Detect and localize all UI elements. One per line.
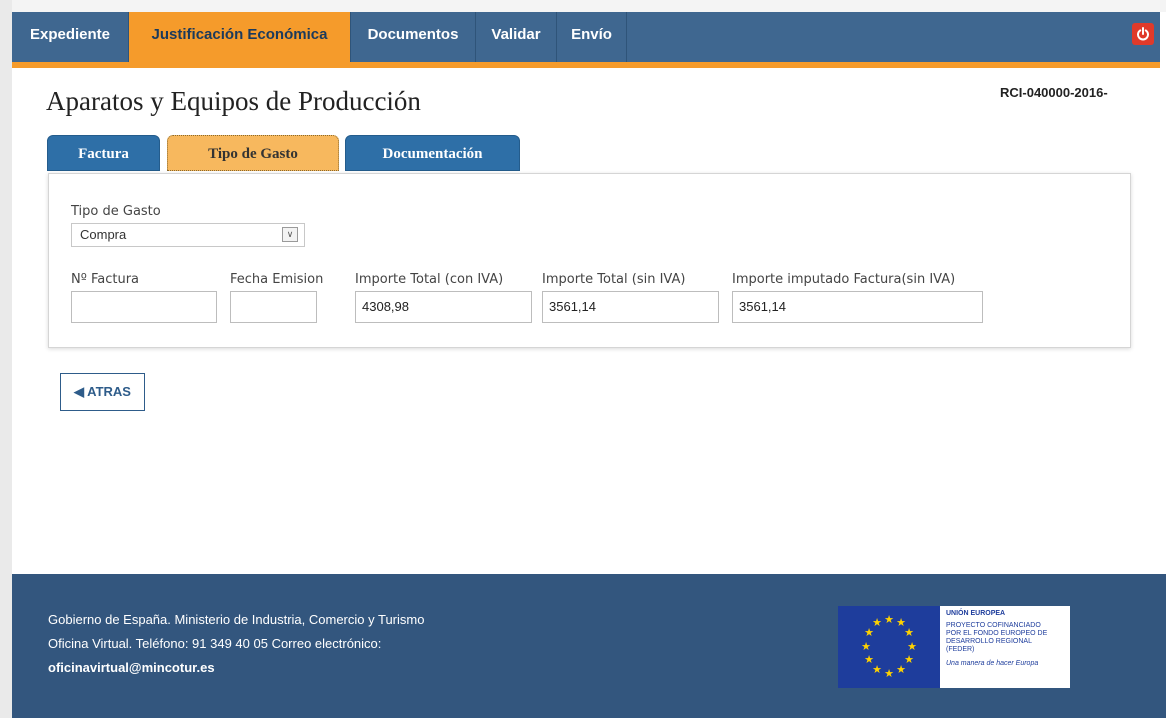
fecha-emision-field[interactable] — [230, 291, 317, 323]
tipo-gasto-label: Tipo de Gasto — [71, 204, 161, 219]
chevron-left-icon: ◀︎ — [74, 384, 85, 399]
importe-total-con-iva-label: Importe Total (con IVA) — [355, 272, 504, 287]
fecha-emision-label: Fecha Emision — [230, 272, 324, 287]
eu-flag-icon: ★ ★ ★ ★ ★ ★ ★ ★ ★ ★ ★ ★ — [838, 606, 940, 688]
back-button-label: ATRAS — [87, 384, 131, 399]
back-button[interactable]: ◀︎ ATRAS — [60, 373, 145, 411]
eu-line-2: POR EL FONDO EUROPEO DE — [946, 630, 1048, 637]
window-left-border — [0, 0, 12, 718]
eu-stars: ★ ★ ★ ★ ★ ★ ★ ★ ★ ★ ★ ★ — [861, 613, 917, 680]
tab-tipo-de-gasto[interactable]: Tipo de Gasto — [167, 135, 339, 171]
nav-accent-bar — [12, 62, 1160, 68]
importe-imputado-field[interactable]: 3561,14 — [732, 291, 983, 323]
svg-text:★: ★ — [861, 640, 871, 653]
nav-item-validar[interactable]: Validar — [476, 12, 557, 62]
chevron-down-icon: ∨ — [282, 227, 298, 242]
tab-documentacion[interactable]: Documentación — [345, 135, 520, 171]
eu-line-3: DESARROLLO REGIONAL — [946, 638, 1032, 645]
power-button[interactable] — [1132, 23, 1154, 45]
footer-email-link[interactable]: oficinavirtual@mincotur.es — [48, 660, 215, 675]
svg-text:★: ★ — [896, 663, 906, 676]
nav-item-documentos[interactable]: Documentos — [351, 12, 476, 62]
importe-imputado-label: Importe imputado Factura(sin IVA) — [732, 272, 956, 287]
nav-item-justificacion-economica[interactable]: Justificación Económica — [129, 12, 351, 62]
importe-total-con-iva-field[interactable]: 4308,98 — [355, 291, 532, 323]
tipo-gasto-value: Compra — [80, 227, 127, 242]
footer-ministry: Gobierno de España. Ministerio de Indust… — [48, 612, 425, 627]
eu-slogan: Una manera de hacer Europa — [946, 660, 1039, 667]
footer-contact: Oficina Virtual. Teléfono: 91 349 40 05 … — [48, 636, 382, 651]
eu-heading: UNIÓN EUROPEA — [946, 610, 1006, 617]
eu-line-1: PROYECTO COFINANCIADO — [946, 622, 1041, 629]
n-factura-field[interactable] — [71, 291, 217, 323]
record-id: RCI-040000-2016- — [1000, 85, 1108, 100]
tab-factura[interactable]: Factura — [47, 135, 160, 171]
eu-line-4: (FEDER) — [946, 646, 975, 653]
svg-text:★: ★ — [884, 667, 894, 680]
svg-text:★: ★ — [864, 653, 874, 666]
svg-text:★: ★ — [904, 626, 914, 639]
nav-item-envio[interactable]: Envío — [557, 12, 627, 62]
eu-feder-logo: ★ ★ ★ ★ ★ ★ ★ ★ ★ ★ ★ ★ UNIÓN EUROPEA PR… — [838, 606, 1070, 688]
footer: Gobierno de España. Ministerio de Indust… — [12, 574, 1166, 718]
svg-text:★: ★ — [907, 640, 917, 653]
tipo-gasto-select[interactable]: Compra ∨ — [71, 223, 305, 247]
page-title: Aparatos y Equipos de Producción — [46, 86, 421, 116]
importe-total-sin-iva-field[interactable]: 3561,14 — [542, 291, 719, 323]
form-panel: Tipo de Gasto Compra ∨ Nº Factura Fecha … — [48, 173, 1131, 348]
svg-text:★: ★ — [884, 613, 894, 626]
window-top-border — [0, 0, 1166, 12]
n-factura-label: Nº Factura — [71, 272, 140, 287]
nav-item-expediente[interactable]: Expediente — [12, 12, 129, 62]
importe-total-sin-iva-label: Importe Total (sin IVA) — [542, 272, 686, 287]
power-icon — [1137, 27, 1149, 41]
svg-text:★: ★ — [872, 616, 882, 629]
top-navigation: Expediente Justificación Económica Docum… — [12, 12, 1160, 68]
